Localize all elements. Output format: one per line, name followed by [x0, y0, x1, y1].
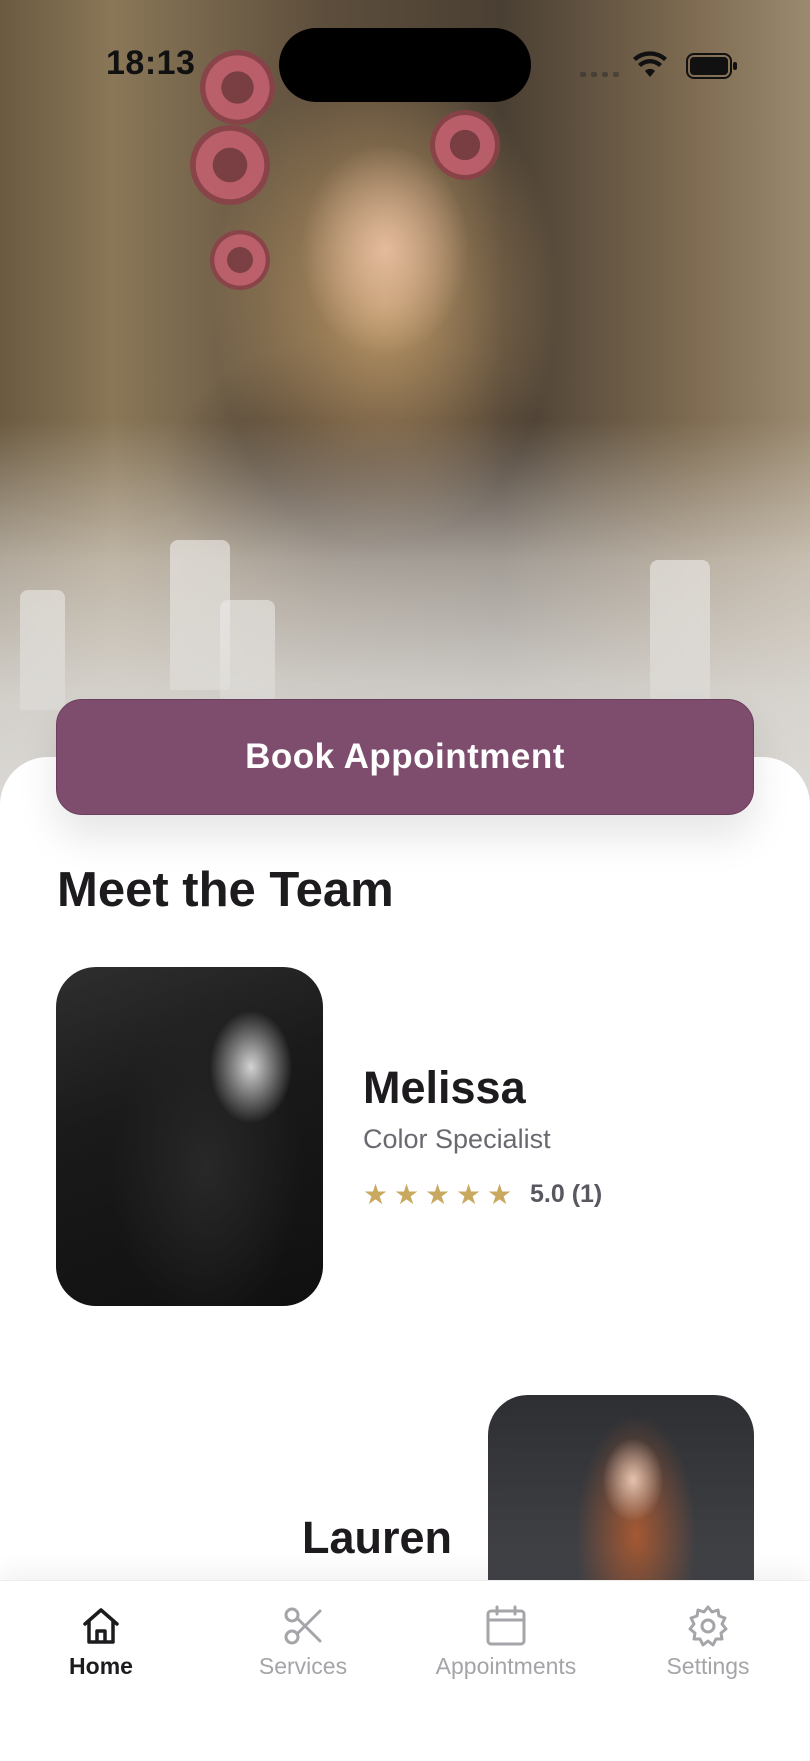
star-icon: ★ [425, 1179, 451, 1210]
tab-label: Settings [666, 1653, 750, 1679]
rating-text: 5.0 (1) [530, 1180, 603, 1208]
cellular-signal-icon [580, 72, 619, 77]
home-icon [83, 1608, 119, 1644]
tab-label: Home [69, 1653, 133, 1679]
star-icon: ★ [363, 1179, 389, 1210]
tab-label: Appointments [435, 1653, 577, 1679]
team-member-photo-melissa[interactable] [56, 967, 323, 1306]
scissors-icon [284, 1607, 322, 1645]
tab-services[interactable]: Services [245, 1603, 361, 1680]
tab-home[interactable]: Home [60, 1603, 142, 1680]
dynamic-island [279, 28, 531, 102]
team-member-photo-lauren[interactable] [488, 1395, 754, 1595]
tab-bar: Home Services Appointments Settings [0, 1580, 810, 1761]
gear-icon [688, 1605, 728, 1647]
status-time: 18:13 [106, 44, 196, 82]
wifi-icon [633, 51, 667, 77]
tab-settings[interactable]: Settings [655, 1603, 761, 1680]
calendar-icon [486, 1605, 526, 1646]
rating: ★ ★ ★ ★ ★ 5.0 (1) [363, 1180, 602, 1209]
home-screen: 18:13 Book Appointment Meet the Team Mel… [0, 0, 810, 1761]
book-appointment-button[interactable]: Book Appointment [56, 699, 754, 815]
team-member-name[interactable]: Melissa [363, 1062, 526, 1114]
tab-appointments[interactable]: Appointments [420, 1603, 592, 1680]
tab-label: Services [258, 1653, 348, 1679]
star-icon: ★ [456, 1179, 482, 1210]
team-member-role: Color Specialist [363, 1124, 551, 1154]
star-icon: ★ [394, 1179, 420, 1210]
battery-icon [686, 53, 737, 79]
star-icon: ★ [487, 1179, 513, 1210]
hero-photo [0, 0, 810, 820]
section-title: Meet the Team [57, 863, 394, 917]
team-member-name[interactable]: Lauren [302, 1512, 452, 1564]
